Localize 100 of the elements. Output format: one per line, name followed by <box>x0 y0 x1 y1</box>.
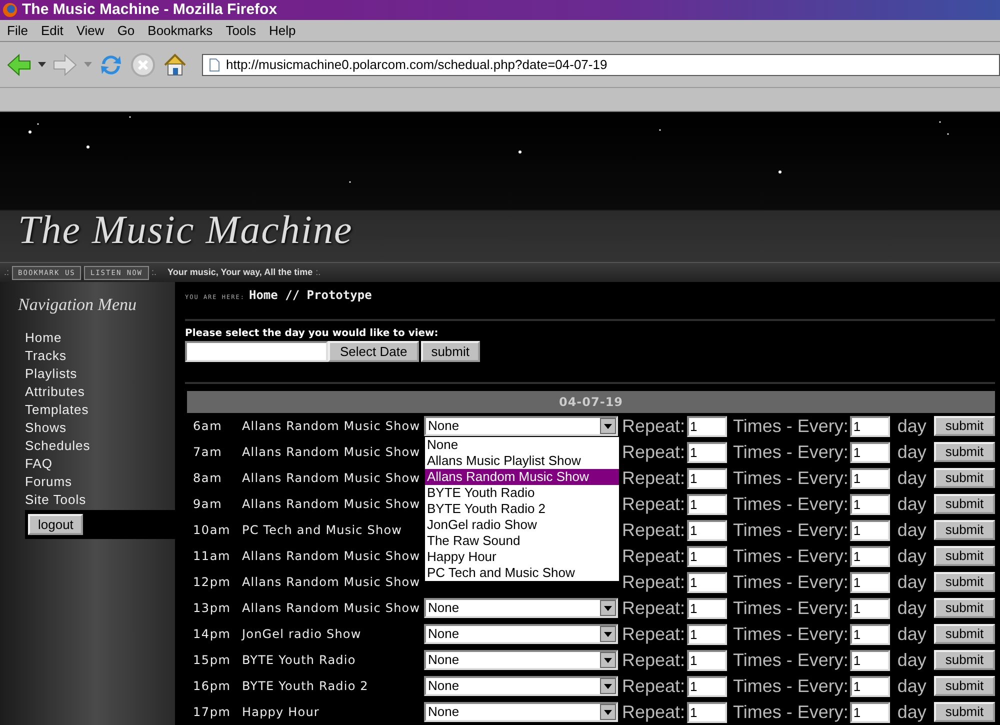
nav-link[interactable]: Site Tools <box>0 491 92 509</box>
field-label: Times - Every: <box>733 518 848 542</box>
every-field[interactable]: 1 <box>850 650 890 670</box>
every-field[interactable]: 1 <box>850 702 890 722</box>
every-field[interactable]: 1 <box>850 442 890 462</box>
breadcrumb: Home // Prototype <box>248 287 372 304</box>
menu-item[interactable]: Help <box>262 20 302 40</box>
select-date-button[interactable]: Select Date <box>328 341 420 362</box>
repeat-field[interactable]: 1 <box>687 494 728 514</box>
show-name: Allans Random Music Show <box>242 496 422 513</box>
field-label: Times - Every: <box>733 492 848 516</box>
nav-link[interactable]: Tracks <box>0 347 73 365</box>
show-name: BYTE Youth Radio 2 <box>242 678 370 695</box>
submit-button[interactable]: submit <box>934 416 995 436</box>
submit-button[interactable]: submit <box>421 341 480 362</box>
every-field[interactable]: 1 <box>850 468 890 488</box>
every-field[interactable]: 1 <box>850 676 890 696</box>
menu-item[interactable]: View <box>69 20 110 40</box>
submit-button[interactable]: submit <box>934 546 995 566</box>
date-heading: 04-07-19 <box>187 391 995 413</box>
submit-button[interactable]: submit <box>934 598 995 618</box>
repeat-field[interactable]: 1 <box>687 520 728 540</box>
every-field[interactable]: 1 <box>850 598 890 618</box>
repeat-field[interactable]: 1 <box>687 624 728 644</box>
submit-button[interactable]: submit <box>934 442 995 462</box>
field-label: Repeat: <box>622 544 686 568</box>
show-name: Allans Random Music Show <box>242 418 422 435</box>
nav-link[interactable]: Templates <box>0 401 95 419</box>
unit-label: day <box>897 570 926 594</box>
menu-item[interactable]: Bookmarks <box>140 20 219 40</box>
time-label: 6am <box>192 418 224 435</box>
unit-label: day <box>897 492 926 516</box>
time-label: 7am <box>192 444 224 461</box>
logout-button[interactable]: logout <box>28 514 84 535</box>
submit-button[interactable]: submit <box>934 468 995 488</box>
repeat-field[interactable]: 1 <box>687 546 728 566</box>
browser-logo-icon <box>2 2 18 18</box>
date-field[interactable] <box>185 341 328 362</box>
show-name: Happy Hour <box>242 704 320 721</box>
dropdown-option[interactable]: Allans Random Music Show <box>425 469 619 485</box>
every-field[interactable]: 1 <box>850 624 890 644</box>
show-name: Allans Random Music Show <box>242 574 422 591</box>
show-select[interactable]: None <box>424 702 618 722</box>
repeat-field[interactable]: 1 <box>687 598 728 618</box>
show-select[interactable]: None <box>424 416 618 436</box>
nav-link[interactable]: FAQ <box>0 455 59 473</box>
time-label: 13pm <box>192 600 232 617</box>
field-label: Times - Every: <box>733 622 848 646</box>
unit-label: day <box>897 518 926 542</box>
submit-button[interactable]: submit <box>934 572 995 592</box>
show-name: BYTE Youth Radio <box>242 652 357 669</box>
repeat-field[interactable]: 1 <box>687 650 728 670</box>
submit-button[interactable]: submit <box>934 624 995 644</box>
show-name: Allans Random Music Show <box>242 470 422 487</box>
nav-link[interactable]: Forums <box>0 473 78 491</box>
show-select[interactable]: None <box>424 624 618 644</box>
every-field[interactable]: 1 <box>850 416 890 436</box>
field-label: Repeat: <box>622 414 686 438</box>
nav-link[interactable]: Playlists <box>0 365 84 383</box>
dropdown-icon[interactable] <box>38 62 46 68</box>
every-field[interactable]: 1 <box>850 494 890 514</box>
field-label: Times - Every: <box>733 544 848 568</box>
show-name: Allans Random Music Show <box>242 444 422 461</box>
back-icon[interactable] <box>6 52 32 76</box>
nav-link[interactable]: Attributes <box>0 383 91 401</box>
show-name: PC Tech and Music Show <box>242 522 404 539</box>
show-select[interactable]: None <box>424 676 618 696</box>
field-label: Repeat: <box>622 622 686 646</box>
field-label: Repeat: <box>622 492 686 516</box>
submit-button[interactable]: submit <box>934 676 995 696</box>
menu-item[interactable]: Tools <box>218 20 262 40</box>
submit-button[interactable]: submit <box>934 650 995 670</box>
show-select[interactable]: None <box>424 650 618 670</box>
repeat-field[interactable]: 1 <box>687 416 728 436</box>
home-icon[interactable] <box>162 52 188 78</box>
address-field[interactable]: http://musicmachine0.polarcom.com/schedual.php?date=04-07-19 <box>202 54 1000 76</box>
show-select[interactable]: None <box>424 598 618 618</box>
repeat-field[interactable]: 1 <box>687 468 728 488</box>
every-field[interactable]: 1 <box>850 572 890 592</box>
repeat-field[interactable]: 1 <box>687 442 728 462</box>
unit-label: day <box>897 622 926 646</box>
menu-item[interactable]: File <box>0 20 34 40</box>
field-label: Repeat: <box>622 466 686 490</box>
submit-button[interactable]: submit <box>934 494 995 514</box>
nav-link[interactable]: Home <box>0 329 68 347</box>
repeat-field[interactable]: 1 <box>687 572 728 592</box>
submit-button[interactable]: submit <box>934 520 995 540</box>
field-label: Times - Every: <box>733 570 848 594</box>
every-field[interactable]: 1 <box>850 520 890 540</box>
nav-link[interactable]: Shows <box>0 419 73 437</box>
site-logo: The Music Machine <box>18 206 353 254</box>
submit-button[interactable]: submit <box>934 702 995 722</box>
repeat-field[interactable]: 1 <box>687 676 728 696</box>
menu-item[interactable]: Go <box>110 20 141 40</box>
unit-label: day <box>897 700 926 724</box>
nav-link[interactable]: Schedules <box>0 437 96 455</box>
field-label: Repeat: <box>622 518 686 542</box>
menu-item[interactable]: Edit <box>34 20 70 40</box>
repeat-field[interactable]: 1 <box>687 702 728 722</box>
every-field[interactable]: 1 <box>850 546 890 566</box>
